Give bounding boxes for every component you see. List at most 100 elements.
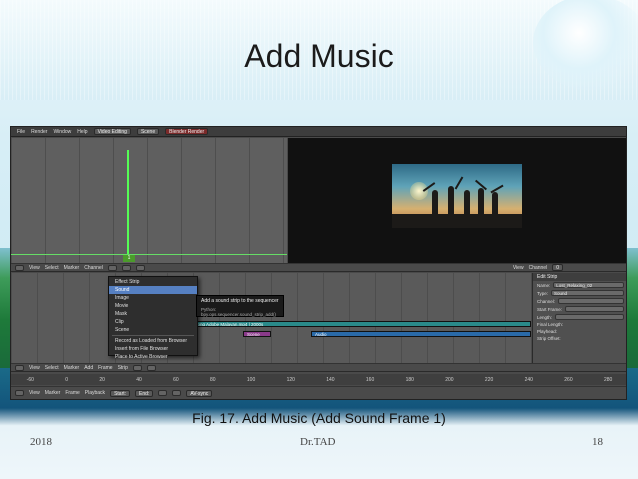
menu-separator — [112, 335, 194, 336]
current-frame-marker: 1 — [123, 255, 135, 262]
menu-item-movie[interactable]: Movie — [109, 302, 197, 310]
sequencer-toolbar: View Select Marker Add Frame Strip — [11, 363, 626, 372]
person-silhouette — [432, 190, 438, 216]
sun-glow — [410, 182, 428, 200]
footer-page-number: 18 — [592, 436, 603, 448]
preview-channel-field[interactable]: 0 — [552, 264, 563, 271]
menu-item-clip[interactable]: Clip — [109, 318, 197, 326]
preview-channel-label: Channel — [528, 264, 548, 271]
prop-row: Playhead: — [533, 328, 626, 335]
frame-cursor[interactable] — [127, 150, 129, 260]
bottom-menu-strip[interactable]: Strip — [118, 365, 128, 371]
raised-arm — [454, 176, 464, 190]
prop-label: Strip Offset: — [537, 336, 561, 341]
sequencer-preview — [288, 138, 626, 263]
start-frame-field[interactable]: Start: — [110, 389, 131, 397]
footer-author: Dr.TAD — [300, 436, 336, 448]
menu-item-effect-strip[interactable]: Effect Strip — [109, 278, 197, 286]
menu-item-image[interactable]: Image — [109, 294, 197, 302]
menu-item-insert-from-browser[interactable]: Insert from File Browser — [109, 345, 197, 353]
toolbar-button[interactable] — [135, 264, 145, 271]
ruler-tick: 200 — [445, 376, 454, 383]
toolbar-button[interactable] — [121, 264, 131, 271]
seq-menu-channel[interactable]: Channel — [84, 265, 103, 271]
bottom-menu-marker[interactable]: Marker — [64, 365, 80, 371]
footer-year: 2018 — [30, 436, 52, 448]
timeline-toolbar: View Marker Frame Playback Start: End: A… — [11, 386, 626, 399]
sync-field[interactable]: AV-sync — [186, 389, 213, 397]
timeline-menu-frame[interactable]: Frame — [65, 390, 79, 396]
bottom-menu-add[interactable]: Add — [84, 365, 93, 371]
timeline-menu-playback[interactable]: Playback — [85, 390, 105, 396]
person-silhouette — [448, 186, 454, 216]
prop-field[interactable] — [555, 314, 624, 320]
menu-item-place-active[interactable]: Place to Active Browser — [109, 353, 197, 361]
scene-field[interactable]: Scene — [136, 128, 160, 135]
graph-editor[interactable]: 1 0 50 100 150 200 250 — [11, 138, 287, 270]
toolbar-button[interactable] — [132, 364, 142, 371]
timeline-menu-marker[interactable]: Marker — [45, 390, 61, 396]
toolbar-button[interactable] — [107, 264, 117, 271]
audio-strip[interactable]: Audio — [311, 331, 531, 337]
type-label: Type: — [537, 290, 549, 296]
scene-strip[interactable]: Scene — [243, 331, 271, 337]
name-field[interactable]: Lost_Relaxing_02 — [553, 282, 624, 288]
menu-item-sound[interactable]: Sound — [109, 286, 197, 294]
seq-menu-marker[interactable]: Marker — [64, 265, 80, 271]
preview-menu-view[interactable]: View — [513, 265, 524, 271]
bottom-menu-frame[interactable]: Frame — [98, 365, 112, 371]
bottom-menu-select[interactable]: Select — [45, 365, 59, 371]
graph-baseline — [11, 254, 287, 255]
toolbar-button[interactable] — [146, 364, 156, 371]
ruler-tick: 0 — [65, 376, 68, 383]
hill-silhouette — [392, 214, 522, 228]
person-silhouette — [492, 192, 498, 216]
seq-menu-select[interactable]: Select — [45, 265, 59, 271]
menu-item-mask[interactable]: Mask — [109, 310, 197, 318]
editor-type-button[interactable] — [15, 390, 24, 396]
bottom-menu-view[interactable]: View — [29, 365, 40, 371]
menu-window[interactable]: Window — [53, 129, 71, 135]
prop-field[interactable] — [565, 306, 624, 312]
ruler-tick: 180 — [405, 376, 414, 383]
play-button[interactable] — [158, 390, 168, 396]
editor-type-button[interactable] — [15, 264, 24, 271]
prop-row: Strip Offset: — [533, 335, 626, 342]
tooltip-title: Add a sound strip to the sequencer — [201, 298, 279, 304]
add-menu-dropdown: Effect Strip Sound Image Movie Mask Clip… — [108, 276, 198, 360]
prop-label: Channel: — [537, 298, 556, 304]
timeline-ruler[interactable]: -60 0 20 40 60 80 100 120 140 160 180 20… — [11, 374, 626, 385]
stop-button[interactable] — [172, 390, 182, 396]
prop-row: Final Length: — [533, 321, 626, 328]
layout-field[interactable]: Video Editing — [93, 128, 131, 135]
name-label: Name: — [537, 282, 551, 288]
sequencer-timeline[interactable]: Adobe Malayan.mp4 | Film 00004 | 10 | So… — [11, 273, 531, 363]
prop-row: Start Frame: — [533, 305, 626, 313]
prop-row-type: Type: Sound — [533, 289, 626, 297]
menu-file[interactable]: File — [17, 129, 25, 135]
type-field[interactable]: Sound — [551, 290, 624, 296]
ruler-tick: -60 — [26, 376, 34, 383]
person-silhouette — [464, 190, 470, 216]
seq-menu-view[interactable]: View — [29, 265, 40, 271]
person-silhouette — [478, 188, 484, 216]
prop-field[interactable] — [558, 298, 624, 304]
tooltip-python: Python: bpy.ops.sequencer.sound_strip_ad… — [201, 307, 276, 317]
timeline-menu-view[interactable]: View — [29, 390, 40, 396]
editor-type-button[interactable] — [15, 364, 24, 371]
prop-row: Channel: — [533, 297, 626, 305]
menu-item-record-loaded[interactable]: Record as Loaded from Browser — [109, 337, 197, 345]
edit-strip-header[interactable]: Edit Strip — [533, 273, 626, 281]
render-engine-field[interactable]: Blender Render — [165, 128, 209, 135]
ruler-tick: 140 — [326, 376, 335, 383]
ruler-tick: 100 — [246, 376, 256, 383]
menu-render[interactable]: Render — [31, 129, 47, 135]
menu-item-scene[interactable]: Scene — [109, 326, 197, 334]
middle-toolbar: View Select Marker Channel View Channel … — [11, 263, 626, 272]
figure-caption: Fig. 17. Add Music (Add Sound Frame 1) — [192, 410, 446, 426]
prop-label: Start Frame: — [537, 306, 563, 312]
end-frame-field[interactable]: End: — [135, 389, 154, 397]
ruler-tick: 260 — [564, 376, 573, 383]
slide-title: Add Music — [244, 38, 394, 74]
menu-help[interactable]: Help — [77, 129, 87, 135]
